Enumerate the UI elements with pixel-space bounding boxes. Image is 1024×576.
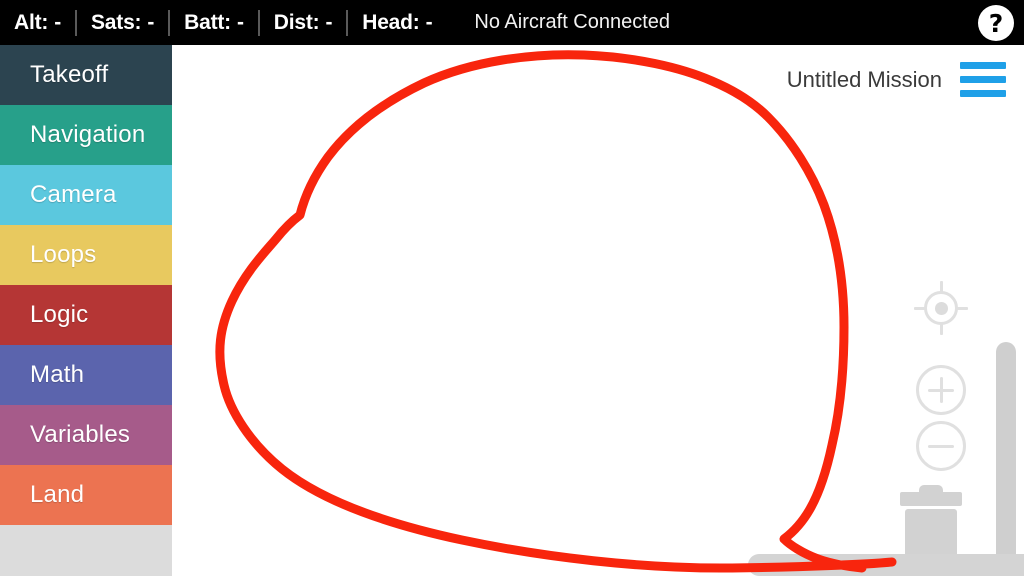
hamburger-menu-icon[interactable]	[958, 60, 1008, 99]
telemetry-satellites: Sats: -	[77, 0, 168, 45]
connection-status-text: No Aircraft Connected	[474, 11, 671, 33]
zoom-out-button[interactable]	[916, 421, 966, 471]
telemetry-distance-value: -	[325, 10, 333, 34]
sidebar-item-label: Camera	[30, 181, 117, 208]
sidebar-item-land[interactable]: Land	[0, 465, 172, 525]
freehand-circle-annotation	[215, 50, 897, 573]
telemetry-satellites-label: Sats:	[90, 10, 142, 34]
sidebar-item-navigation[interactable]: Navigation	[0, 105, 172, 165]
sidebar-item-label: Takeoff	[30, 61, 109, 88]
zoom-in-button[interactable]	[916, 365, 966, 415]
locate-crosshair-icon	[914, 281, 968, 335]
horizontal-scrollbar[interactable]	[748, 554, 1024, 576]
sidebar-empty-area	[0, 525, 172, 576]
annotation-stroke	[215, 50, 897, 573]
sidebar-item-variables[interactable]: Variables	[0, 405, 172, 465]
telemetry-altitude-value: -	[54, 10, 61, 34]
telemetry-distance-label: Dist:	[273, 10, 320, 34]
question-mark-icon: ?	[988, 8, 1004, 38]
telemetry-satellites-value: -	[147, 10, 155, 34]
sidebar-item-label: Math	[30, 361, 85, 388]
trash-lid	[900, 492, 962, 506]
minus-icon	[916, 421, 966, 471]
telemetry-battery-label: Batt:	[184, 10, 231, 34]
sidebar-item-label: Loops	[30, 241, 97, 268]
telemetry-distance: Dist: -	[260, 0, 346, 45]
sidebar-item-label: Navigation	[30, 121, 146, 148]
sidebar-item-label: Variables	[30, 421, 131, 448]
plus-vertical-stroke	[939, 377, 943, 403]
menu-bar	[960, 76, 1006, 83]
menu-bar	[960, 90, 1006, 97]
app-root: Alt: - Sats: - Batt: - Dist: - Head: - N…	[0, 0, 1024, 576]
minus-stroke	[928, 444, 954, 448]
sidebar-item-math[interactable]: Math	[0, 345, 172, 405]
sidebar-item-loops[interactable]: Loops	[0, 225, 172, 285]
telemetry-battery: Batt: -	[170, 0, 258, 45]
sidebar-item-logic[interactable]: Logic	[0, 285, 172, 345]
vertical-scrollbar[interactable]	[996, 342, 1016, 576]
sidebar-item-takeoff[interactable]: Takeoff	[0, 45, 172, 105]
telemetry-battery-value: -	[236, 10, 244, 34]
telemetry-top-bar: Alt: - Sats: - Batt: - Dist: - Head: - N…	[0, 0, 1024, 45]
mission-workspace-canvas[interactable]: Untitled Mission	[172, 45, 1024, 576]
telemetry-heading-value: -	[425, 10, 433, 34]
telemetry-heading: Head: -	[348, 0, 446, 45]
mission-title[interactable]: Untitled Mission	[787, 67, 942, 93]
block-category-sidebar[interactable]: Takeoff Navigation Camera Loops Logic Ma…	[0, 45, 172, 576]
locate-button[interactable]	[914, 281, 968, 335]
sidebar-item-label: Land	[30, 481, 85, 508]
mission-header: Untitled Mission	[787, 60, 1008, 99]
sidebar-item-label: Logic	[30, 301, 89, 328]
map-controls-group	[914, 281, 968, 471]
telemetry-heading-label: Head:	[362, 10, 420, 34]
telemetry-altitude-label: Alt:	[14, 10, 49, 34]
menu-bar	[960, 62, 1006, 69]
sidebar-item-camera[interactable]: Camera	[0, 165, 172, 225]
plus-icon	[916, 365, 966, 415]
telemetry-altitude: Alt: -	[0, 0, 75, 45]
crosshair-dot	[935, 302, 948, 315]
help-button[interactable]: ?	[978, 5, 1014, 41]
